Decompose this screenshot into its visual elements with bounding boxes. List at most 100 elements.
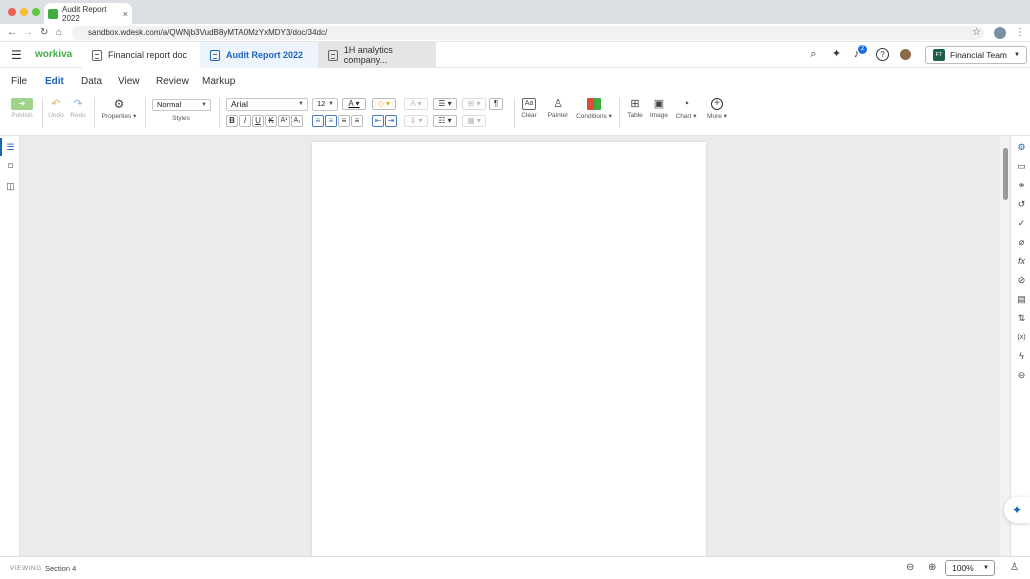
properties-button[interactable]: ⚙ Properties ▾ xyxy=(98,98,140,120)
zoom-out-icon[interactable]: ⊖ xyxy=(906,562,914,573)
redo-button[interactable]: ↷ Redo xyxy=(68,98,88,119)
comment-icon[interactable]: ▭ xyxy=(1016,161,1027,172)
history-icon[interactable]: ↺ xyxy=(1016,199,1027,210)
menu-file[interactable]: File xyxy=(11,76,27,87)
publish-button[interactable]: ➜ Publish xyxy=(6,98,38,119)
track-changes-icon[interactable]: ✓ xyxy=(1016,218,1027,229)
menu-data[interactable]: Data xyxy=(81,76,102,87)
justify-button[interactable]: ≡ xyxy=(351,115,363,127)
bookmark-icon[interactable]: ⌑ xyxy=(5,161,16,172)
team-label: Financial Team xyxy=(950,50,1008,60)
layers-icon[interactable]: ▤ xyxy=(1016,294,1027,305)
increase-indent-button[interactable]: ⇥ xyxy=(385,115,397,127)
scrollbar-thumb[interactable] xyxy=(1003,148,1008,200)
hamburger-menu-icon[interactable]: ☰ xyxy=(11,49,22,61)
insert-image-button[interactable]: ▣ Image xyxy=(648,98,670,119)
insert-table-button[interactable]: ⊞ Table xyxy=(624,98,646,119)
toolbar-divider xyxy=(514,98,515,128)
doc-tab-financial-report[interactable]: Financial report doc xyxy=(82,42,200,68)
conditions-button[interactable]: Conditions ▾ xyxy=(574,98,614,120)
left-rail: ☰ ⌑ ◫ xyxy=(0,136,20,556)
subscript-button[interactable]: A₁ xyxy=(291,115,303,127)
borders-button[interactable]: ⊞ ▾ xyxy=(462,98,486,110)
check-circle-icon[interactable]: ⊘ xyxy=(1016,275,1027,286)
chevron-down-icon: ▼ xyxy=(983,565,989,571)
notification-badge: 2 xyxy=(858,45,867,54)
reload-icon[interactable]: ↻ xyxy=(40,26,48,40)
format-painter-button[interactable]: ♙ Painter xyxy=(545,98,571,119)
back-icon[interactable]: ← xyxy=(7,26,17,40)
home-icon[interactable]: ⌂ xyxy=(56,26,62,40)
sticky-note-icon[interactable]: ◫ xyxy=(5,181,16,192)
menu-review[interactable]: Review xyxy=(156,76,189,87)
maximize-window-button[interactable] xyxy=(32,8,40,16)
image-label: Image xyxy=(649,112,669,119)
superscript-button[interactable]: A¹ xyxy=(278,115,290,127)
outline-icon[interactable]: ☰ xyxy=(5,142,16,153)
ai-assistant-button[interactable]: ✦ xyxy=(1004,497,1030,523)
decrease-indent-button[interactable]: ⇤ xyxy=(372,115,384,127)
user-avatar[interactable] xyxy=(900,49,911,60)
zoom-select[interactable]: 100% ▼ xyxy=(945,560,995,576)
italic-button[interactable]: I xyxy=(239,115,251,127)
strikethrough-button[interactable]: K xyxy=(265,115,277,127)
settings-icon[interactable]: ⚙ xyxy=(1016,142,1027,153)
highlight-color-button[interactable]: ◇ ▾ xyxy=(372,98,396,110)
align-center-button[interactable]: ≡ xyxy=(325,115,337,127)
paragraph-marks-icon[interactable]: ¶ xyxy=(489,98,503,110)
font-family-value: Arial xyxy=(231,99,249,109)
styles-label: Styles xyxy=(172,115,190,122)
link-icon[interactable]: ⚭ xyxy=(1016,180,1027,191)
more-button[interactable]: + More ▾ xyxy=(703,98,731,120)
team-selector[interactable]: FT Financial Team ▼ xyxy=(925,46,1027,64)
minimize-window-button[interactable] xyxy=(20,8,28,16)
close-window-button[interactable] xyxy=(8,8,16,16)
formula-icon[interactable]: fx xyxy=(1016,256,1027,267)
compare-icon[interactable]: ⇅ xyxy=(1016,313,1027,324)
tab-close-icon[interactable]: × xyxy=(123,9,128,19)
attachment-icon[interactable]: ⌀ xyxy=(1016,237,1027,248)
line-spacing-button[interactable]: ⇕ ▾ xyxy=(404,115,428,127)
viewing-mode-label: VIEWING xyxy=(10,565,42,572)
align-right-button[interactable]: ≡ xyxy=(338,115,350,127)
search-icon[interactable]: ⌕ xyxy=(807,48,820,61)
doc-tab-audit-report[interactable]: Audit Report 2022 xyxy=(200,42,318,68)
numbered-list-button[interactable]: ☷ ▾ xyxy=(433,115,457,127)
variable-icon[interactable]: (x) xyxy=(1016,332,1027,343)
font-size-select[interactable]: 12 ▼ xyxy=(312,98,338,111)
text-case-button[interactable]: A ▾ xyxy=(404,98,428,110)
profile-avatar[interactable] xyxy=(994,27,1006,39)
font-family-select[interactable]: Arial ▼ xyxy=(226,98,308,111)
bullet-list-button[interactable]: ☰ ▾ xyxy=(433,98,457,110)
publish-icon: ➜ xyxy=(11,98,33,110)
doc-tab-1h-analytics[interactable]: 1H analytics company... xyxy=(318,42,436,68)
url-text: sandbox.wdesk.com/a/QWNjb3VudB8yMTA0MzYx… xyxy=(88,28,328,37)
style-select[interactable]: Normal ▼ xyxy=(152,99,211,111)
menu-view[interactable]: View xyxy=(118,76,140,87)
font-color-button[interactable]: A ▾ xyxy=(342,98,366,110)
menu-edit[interactable]: Edit xyxy=(45,76,64,87)
user-presence-icon[interactable]: ♙ xyxy=(1010,562,1019,573)
underline-button[interactable]: U xyxy=(252,115,264,127)
undo-button[interactable]: ↶ Undo xyxy=(46,98,66,119)
align-left-button[interactable]: ≡ xyxy=(312,115,324,127)
browser-menu-icon[interactable]: ⋮ xyxy=(1015,26,1025,40)
document-page[interactable] xyxy=(312,142,706,578)
browser-address-bar: ← → ↻ ⌂ sandbox.wdesk.com/a/QWNjb3VudB8y… xyxy=(0,24,1030,42)
toolbar-divider xyxy=(619,98,620,128)
help-icon[interactable]: ? xyxy=(876,48,889,61)
bookmark-star-icon[interactable]: ☆ xyxy=(972,26,981,40)
bold-button[interactable]: B xyxy=(226,115,238,127)
zoom-in-icon[interactable]: ⊕ xyxy=(928,562,936,573)
shading-button[interactable]: ▦ ▾ xyxy=(462,115,486,127)
page-break-icon[interactable]: ⊖ xyxy=(1016,370,1027,381)
insert-chart-button[interactable]: ◔ Chart ▾ xyxy=(673,98,699,120)
forward-icon[interactable]: → xyxy=(23,26,33,40)
browser-tab[interactable]: Audit Report 2022 × xyxy=(44,3,132,24)
clear-format-button[interactable]: Aa Clear xyxy=(518,98,540,119)
menu-markup[interactable]: Markup xyxy=(202,76,235,87)
table-label: Table xyxy=(627,112,643,119)
lightning-icon[interactable]: ϟ xyxy=(1016,351,1027,362)
url-field[interactable]: sandbox.wdesk.com/a/QWNjb3VudB8yMTA0MzYx… xyxy=(72,26,984,40)
ai-sparkle-icon[interactable]: ✦ xyxy=(830,48,843,61)
